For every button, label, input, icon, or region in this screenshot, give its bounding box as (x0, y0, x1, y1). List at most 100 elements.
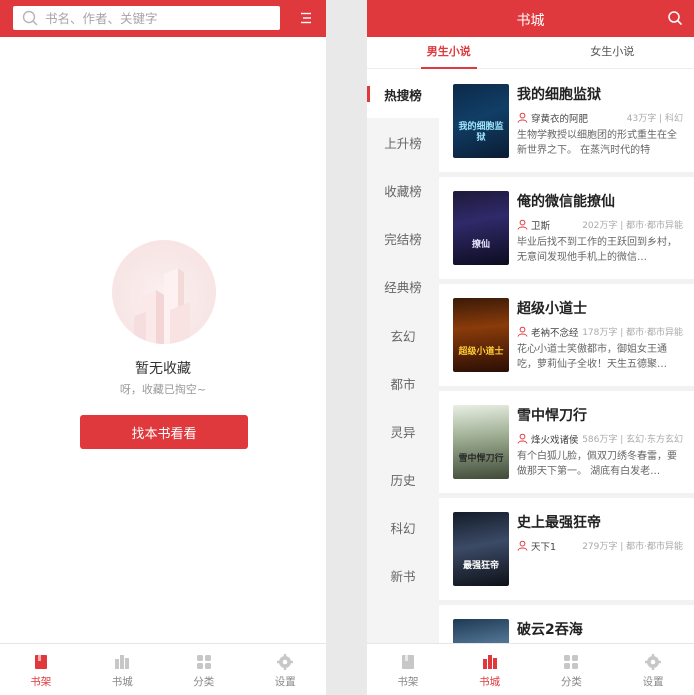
book-description: 有个白狐儿脸，佩双刀绣冬春雷，要做那天下第一。 湖底有白发老… (517, 451, 677, 477)
book-item[interactable]: 破云2吞海 (439, 605, 694, 643)
book-item[interactable]: 撩仙 俺的微信能撩仙卫斯 202万字 | 都市·都市异能毕业后找不到工作的王跃回到乡… (439, 177, 694, 279)
search-box[interactable] (13, 6, 280, 30)
book-cover-text: 最强狂帝 (462, 561, 499, 571)
settings-icon (277, 654, 294, 670)
sidebar-item[interactable]: 玄幻 (367, 311, 439, 359)
book-title[interactable]: 破云2吞海 (517, 619, 583, 639)
empty-title: 暂无收藏 (135, 361, 191, 377)
book-info: 586万字 | 玄幻·东方玄幻 (582, 435, 683, 445)
tab-label: 设置 (274, 676, 296, 688)
tab-category[interactable]: 分类 (531, 644, 613, 695)
author-icon (517, 219, 528, 230)
book-title[interactable]: 超级小道士 (517, 298, 587, 318)
author-icon (517, 112, 528, 123)
book-item[interactable]: 我的细胞监狱 我的细胞监狱 穿黄衣的阿肥 43万字 | 科幻 生物学教授以细胞团的形式重… (439, 70, 694, 172)
tab-category[interactable]: 分类 (163, 644, 245, 695)
bookstore-icon (482, 655, 497, 669)
book-title[interactable]: 我的细胞监狱 (517, 84, 601, 104)
sidebar-item[interactable]: 都市 (367, 359, 439, 407)
tab-label: 书架 (397, 676, 419, 688)
buildings-illustration-icon (134, 268, 190, 344)
book-cover[interactable]: 撩仙 (453, 191, 509, 265)
bookshelf-icon (401, 655, 414, 669)
book-info: 279万字 | 都市·都市异能 (582, 542, 683, 552)
author-icon (517, 433, 528, 444)
book-cover-text: 我的细胞监狱 (458, 122, 504, 143)
book-cover-text: 雪中悍刀行 (458, 454, 504, 464)
tab-bookshelf[interactable]: 书架 (367, 644, 449, 695)
book-author: 天下1 (531, 542, 557, 553)
book-cover[interactable] (453, 619, 509, 643)
bookstore-screen: 书城 男生小说 女生小说 热搜榜 上升榜 收藏榜 完结榜 经典榜 玄幻 都市 灵异 历史 科幻 新书… (367, 0, 694, 695)
category-icon (196, 655, 211, 669)
sidebar-item[interactable]: 经典榜 (367, 263, 439, 311)
bookstore-header: 书城 (367, 0, 694, 37)
book-author: 老衲不念经 (531, 328, 579, 339)
sidebar-item[interactable]: 历史 (367, 456, 439, 504)
tab-bookstore[interactable]: 书城 (82, 644, 164, 695)
book-info: 202万字 | 都市·都市异能 (582, 221, 683, 231)
sidebar-item[interactable]: 完结榜 (367, 215, 439, 263)
sidebar-item[interactable]: 上升榜 (367, 118, 439, 166)
search-icon (22, 10, 38, 26)
book-meta: 烽火戏诸侯 586万字 | 玄幻·东方玄幻 (517, 432, 683, 446)
empty-illustration (112, 240, 216, 344)
tab-settings[interactable]: 设置 (245, 644, 327, 695)
gender-tabs: 男生小说 女生小说 (367, 37, 694, 69)
bookshelf-icon (34, 655, 47, 669)
author-icon (517, 540, 528, 551)
book-description: 毕业后找不到工作的王跃回到乡村，无意间发现他手机上的微信… (517, 237, 677, 263)
tab-bookshelf[interactable]: 书架 (0, 644, 82, 695)
book-cover[interactable]: 超级小道士 (453, 298, 509, 372)
search-input[interactable] (45, 10, 265, 26)
tab-label: 书城 (479, 676, 501, 688)
page-title: 书城 (516, 13, 545, 29)
tab-label: 设置 (642, 676, 664, 688)
book-author: 烽火戏诸侯 (531, 435, 579, 446)
book-title[interactable]: 史上最强狂帝 (517, 512, 601, 532)
screen: 暂无收藏 呀，收藏已掏空~ 找本书看看 书架 书城 分类 设置 书城 (0, 0, 694, 695)
sidebar-item[interactable]: 收藏榜 (367, 166, 439, 214)
book-title[interactable]: 俺的微信能撩仙 (517, 191, 615, 211)
book-item[interactable]: 雪中悍刀行 雪中悍刀行 烽火戏诸侯 586万字 | 玄幻·东方玄幻 有个白狐儿脸，佩双刀… (439, 391, 694, 493)
category-icon (564, 655, 579, 669)
book-item[interactable]: 最强狂帝 史上最强狂帝天下1 279万字 | 都市·都市异能 (439, 498, 694, 600)
tab-label: 分类 (560, 676, 582, 688)
book-title[interactable]: 雪中悍刀行 (517, 405, 587, 425)
book-author: 穿黄衣的阿肥 (531, 114, 589, 125)
book-description: 花心小道士笑傲都市，御姐女王通吃，萝莉仙子全收！天生五德聚… (517, 344, 667, 370)
tab-female-novels[interactable]: 女生小说 (531, 37, 694, 68)
book-cover[interactable]: 我的细胞监狱 (453, 84, 509, 158)
book-meta: 天下1 279万字 | 都市·都市异能 (517, 539, 683, 553)
book-cover-text: 超级小道士 (458, 347, 504, 357)
book-cover-text: 撩仙 (471, 240, 490, 250)
book-author: 卫斯 (531, 221, 551, 232)
book-description: 生物学教授以细胞团的形式重生在全新世界之下。 在蒸汽时代的特 (517, 130, 677, 156)
find-books-button[interactable]: 找本书看看 (80, 415, 248, 449)
bookstore-icon (115, 655, 130, 669)
book-cover[interactable]: 最强狂帝 (453, 512, 509, 586)
tab-label: 书城 (111, 676, 133, 688)
bookshelf-screen: 暂无收藏 呀，收藏已掏空~ 找本书看看 书架 书城 分类 设置 (0, 0, 326, 695)
empty-subtitle: 呀，收藏已掏空~ (119, 383, 207, 396)
book-list: 我的细胞监狱 我的细胞监狱 穿黄衣的阿肥 43万字 | 科幻 生物学教授以细胞团的形式重… (439, 70, 694, 643)
book-item[interactable]: 超级小道士 超级小道士 老衲不念经 178万字 | 都市·都市异能 花心小道士笑傲都市，… (439, 284, 694, 386)
sidebar-item[interactable]: 科幻 (367, 504, 439, 552)
bottom-tabbar: 书架 书城 分类 设置 (0, 643, 326, 695)
sidebar-item[interactable]: 热搜榜 (367, 70, 439, 119)
tab-male-novels[interactable]: 男生小说 (367, 37, 531, 69)
settings-icon (645, 654, 662, 670)
author-icon (517, 326, 528, 337)
tab-settings[interactable]: 设置 (612, 644, 694, 695)
bookshelf-header (0, 0, 326, 37)
tab-label: 分类 (193, 676, 215, 688)
tab-label: 书架 (30, 676, 52, 688)
search-icon[interactable] (667, 10, 683, 26)
book-cover[interactable]: 雪中悍刀行 (453, 405, 509, 479)
sidebar-item[interactable]: 灵异 (367, 407, 439, 455)
menu-icon[interactable] (298, 10, 314, 26)
book-meta: 穿黄衣的阿肥 43万字 | 科幻 (517, 111, 683, 125)
book-info: 178万字 | 都市·都市异能 (582, 328, 683, 338)
sidebar-item[interactable]: 新书 (367, 552, 439, 600)
tab-bookstore[interactable]: 书城 (449, 644, 531, 695)
